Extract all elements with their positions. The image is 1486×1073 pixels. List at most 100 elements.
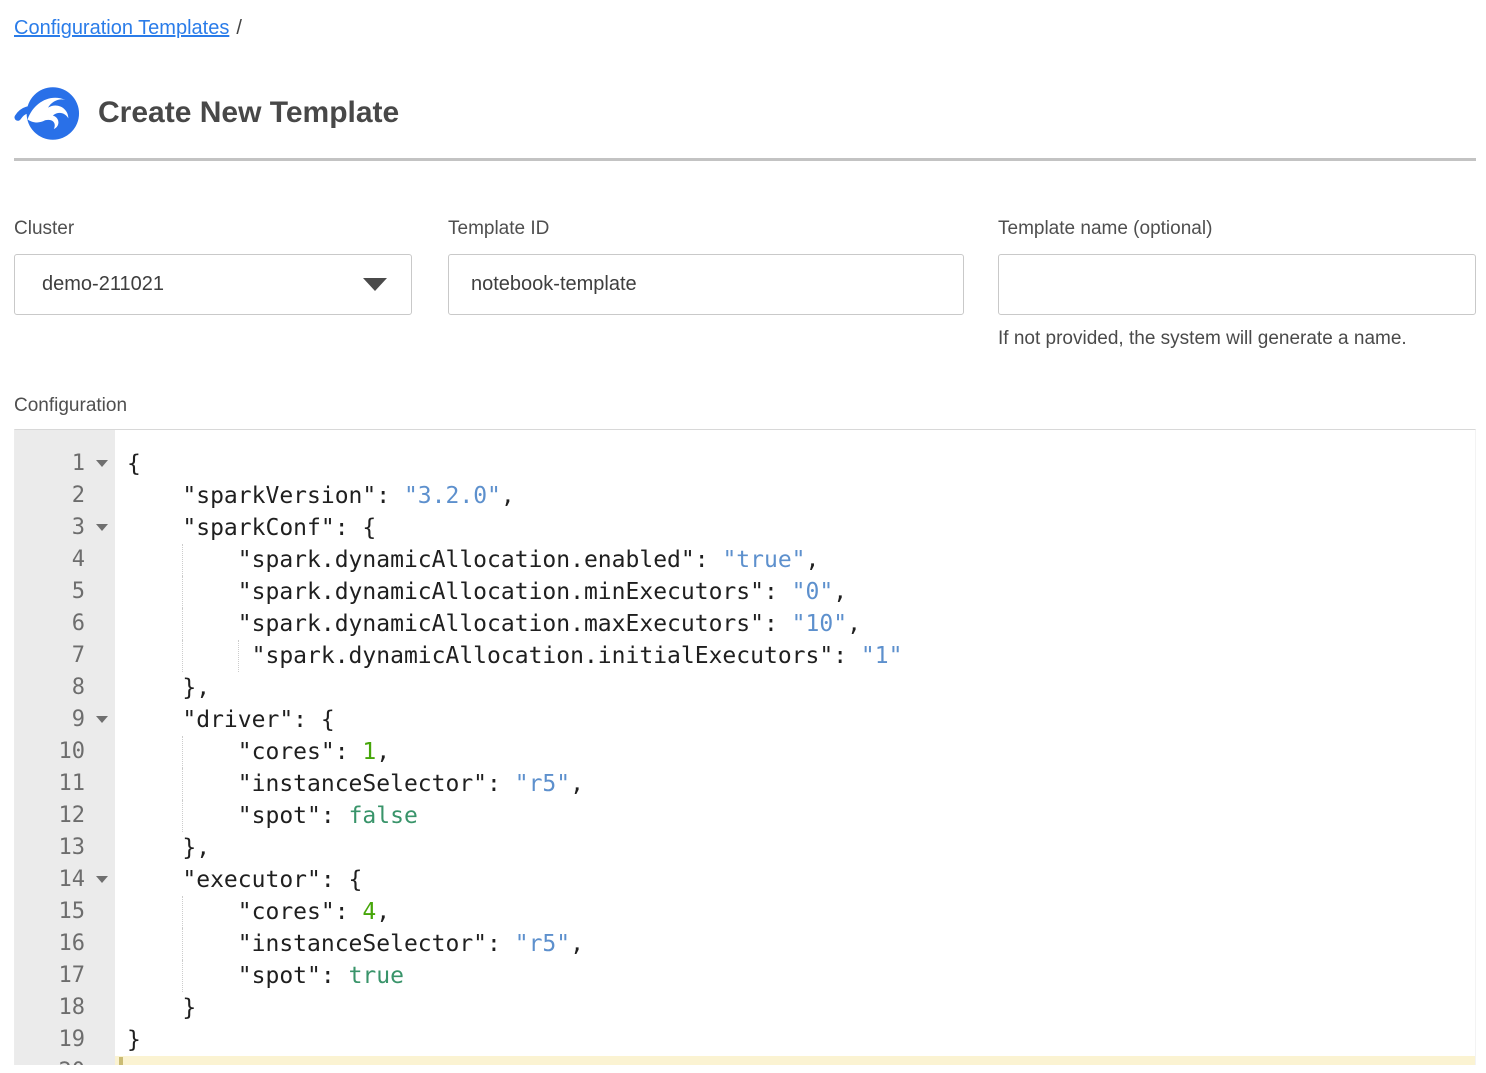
- code-text: "spot": false: [115, 800, 1475, 832]
- code-line: 3 "sparkConf": {: [15, 512, 1475, 544]
- line-number: 16: [15, 928, 115, 960]
- fold-arrow-icon[interactable]: [96, 460, 108, 467]
- code-text: "driver": {: [115, 704, 1475, 736]
- code-line: 4 "spark.dynamicAllocation.enabled": "tr…: [15, 544, 1475, 576]
- code-text: "spark.dynamicAllocation.initialExecutor…: [115, 640, 1475, 672]
- cluster-select[interactable]: demo-211021: [14, 254, 412, 315]
- text-cursor: [119, 1057, 123, 1065]
- code-text: "sparkConf": {: [115, 512, 1475, 544]
- code-line: 16 "instanceSelector": "r5",: [15, 928, 1475, 960]
- template-name-helper-text: If not provided, the system will generat…: [998, 328, 1476, 350]
- code-text: }: [115, 1024, 1475, 1056]
- page-title: Create New Template: [98, 96, 399, 130]
- indent-guide: [182, 928, 183, 960]
- code-text: {: [115, 448, 1475, 480]
- line-number: 4: [15, 544, 115, 576]
- code-line: 5 "spark.dynamicAllocation.minExecutors"…: [15, 576, 1475, 608]
- code-text: },: [115, 832, 1475, 864]
- line-number: 15: [15, 896, 115, 928]
- code-text: "cores": 1,: [115, 736, 1475, 768]
- template-name-label: Template name (optional): [998, 218, 1476, 240]
- line-number: 3: [15, 512, 115, 544]
- create-template-page: Configuration Templates / Create New Temp…: [0, 0, 1486, 1065]
- line-number: 7: [15, 640, 115, 672]
- code-text: "cores": 4,: [115, 896, 1475, 928]
- code-text: "instanceSelector": "r5",: [115, 768, 1475, 800]
- line-number: 6: [15, 608, 115, 640]
- cluster-label: Cluster: [14, 218, 412, 240]
- breadcrumb-separator: /: [236, 17, 242, 39]
- chevron-down-icon: [363, 278, 387, 291]
- indent-guide: [182, 960, 183, 992]
- indent-guide: [182, 736, 183, 768]
- template-id-input[interactable]: [448, 254, 964, 315]
- editor-lines: 1{2 "sparkVersion": "3.2.0",3 "sparkConf…: [15, 448, 1475, 1065]
- code-line: 13 },: [15, 832, 1475, 864]
- code-line: 19}: [15, 1024, 1475, 1056]
- line-number: 20: [15, 1056, 115, 1065]
- configuration-label: Configuration: [14, 395, 1486, 417]
- code-text: [115, 1056, 1475, 1065]
- code-line: 7 "spark.dynamicAllocation.initialExecut…: [15, 640, 1475, 672]
- configuration-editor[interactable]: 1{2 "sparkVersion": "3.2.0",3 "sparkConf…: [14, 429, 1476, 1065]
- code-text: "spark.dynamicAllocation.maxExecutors": …: [115, 608, 1475, 640]
- indent-guide: [182, 640, 183, 672]
- fold-arrow-icon[interactable]: [96, 524, 108, 531]
- line-number: 13: [15, 832, 115, 864]
- code-line: 14 "executor": {: [15, 864, 1475, 896]
- code-text: "instanceSelector": "r5",: [115, 928, 1475, 960]
- template-form: Cluster demo-211021 Template ID Template…: [14, 218, 1486, 350]
- indent-guide: [182, 800, 183, 832]
- code-line: 11 "instanceSelector": "r5",: [15, 768, 1475, 800]
- fold-arrow-icon[interactable]: [96, 876, 108, 883]
- ocean-spark-logo-icon: [14, 85, 80, 142]
- line-number: 17: [15, 960, 115, 992]
- cluster-field: Cluster demo-211021: [14, 218, 412, 350]
- template-name-field: Template name (optional) If not provided…: [998, 218, 1476, 350]
- line-number: 19: [15, 1024, 115, 1056]
- line-number: 11: [15, 768, 115, 800]
- indent-guide: [182, 544, 183, 576]
- breadcrumb-link-configuration-templates[interactable]: Configuration Templates: [14, 17, 229, 39]
- code-text: "spot": true: [115, 960, 1475, 992]
- line-number: 18: [15, 992, 115, 1024]
- code-line: 6 "spark.dynamicAllocation.maxExecutors"…: [15, 608, 1475, 640]
- code-line: 17 "spot": true: [15, 960, 1475, 992]
- indent-guide: [238, 640, 239, 672]
- code-text: "spark.dynamicAllocation.minExecutors": …: [115, 576, 1475, 608]
- code-line: 2 "sparkVersion": "3.2.0",: [15, 480, 1475, 512]
- line-number: 1: [15, 448, 115, 480]
- line-number: 2: [15, 480, 115, 512]
- line-number: 8: [15, 672, 115, 704]
- line-number: 5: [15, 576, 115, 608]
- code-line: 12 "spot": false: [15, 800, 1475, 832]
- code-line: 8 },: [15, 672, 1475, 704]
- page-header: Create New Template: [14, 84, 1486, 142]
- fold-arrow-icon[interactable]: [96, 716, 108, 723]
- indent-guide: [182, 608, 183, 640]
- code-text: "executor": {: [115, 864, 1475, 896]
- code-line: 1{: [15, 448, 1475, 480]
- template-id-field: Template ID: [448, 218, 964, 350]
- indent-guide: [182, 896, 183, 928]
- line-number: 14: [15, 864, 115, 896]
- indent-guide: [182, 768, 183, 800]
- code-line: 20: [15, 1056, 1475, 1065]
- code-line: 18 }: [15, 992, 1475, 1024]
- header-divider: [14, 158, 1476, 161]
- code-text: "sparkVersion": "3.2.0",: [115, 480, 1475, 512]
- indent-guide: [182, 576, 183, 608]
- line-number: 9: [15, 704, 115, 736]
- line-number: 12: [15, 800, 115, 832]
- breadcrumb: Configuration Templates /: [14, 0, 1486, 42]
- template-name-input[interactable]: [998, 254, 1476, 315]
- code-line: 15 "cores": 4,: [15, 896, 1475, 928]
- code-text: }: [115, 992, 1475, 1024]
- code-text: "spark.dynamicAllocation.enabled": "true…: [115, 544, 1475, 576]
- cluster-select-value: demo-211021: [42, 273, 164, 296]
- template-id-label: Template ID: [448, 218, 964, 240]
- code-text: },: [115, 672, 1475, 704]
- code-line: 9 "driver": {: [15, 704, 1475, 736]
- line-number: 10: [15, 736, 115, 768]
- code-line: 10 "cores": 1,: [15, 736, 1475, 768]
